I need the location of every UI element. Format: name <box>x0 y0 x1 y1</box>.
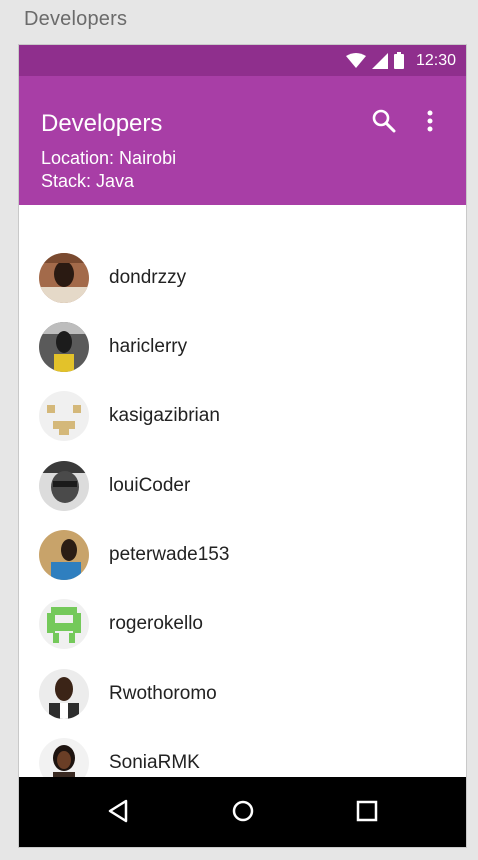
stack-label: Stack: Java <box>41 171 135 191</box>
back-icon[interactable] <box>107 799 129 828</box>
list-item[interactable]: rogerokello <box>19 594 466 654</box>
status-time: 12:30 <box>415 51 456 69</box>
list-item[interactable]: louiCoder <box>19 456 466 516</box>
username: hariclerry <box>109 336 188 357</box>
navigation-bar <box>19 777 466 847</box>
status-bar: 12:30 <box>19 45 466 76</box>
avatar <box>39 669 89 719</box>
wifi-icon <box>345 52 366 69</box>
avatar <box>39 530 89 580</box>
username: kasigazibrian <box>109 405 220 426</box>
list-item[interactable]: Rwothoromo <box>19 664 466 724</box>
username: peterwade153 <box>109 544 230 565</box>
username: louiCoder <box>109 475 191 496</box>
home-icon[interactable] <box>231 799 255 828</box>
location-label: Location: Nairobi <box>41 148 177 168</box>
username: SoniaRMK <box>109 752 200 773</box>
frame-title: Developers <box>24 8 128 30</box>
avatar <box>39 322 89 372</box>
list-item[interactable]: dondrzzy <box>19 248 466 308</box>
list-item[interactable]: kasigazibrian <box>19 386 466 446</box>
search-icon[interactable] <box>371 108 397 139</box>
avatar <box>39 461 89 511</box>
username: Rwothoromo <box>109 683 217 704</box>
battery-icon <box>393 52 404 69</box>
avatar <box>39 253 89 303</box>
list-item[interactable]: peterwade153 <box>19 525 466 585</box>
username: rogerokello <box>109 613 203 634</box>
app-bar: Developers Location: Nairobi Stack: Java <box>19 76 466 205</box>
username: dondrzzy <box>109 267 187 288</box>
list-item[interactable]: SoniaRMK <box>19 733 466 777</box>
phone-screen: 12:30 Developers Location: Nairobi Stack… <box>18 44 467 848</box>
more-vert-icon[interactable] <box>425 108 435 139</box>
recents-icon[interactable] <box>355 799 379 828</box>
app-title: Developers <box>41 110 163 137</box>
avatar <box>39 738 89 777</box>
developer-list: dondrzzy hariclerry kasigazibrian louiCo… <box>19 205 466 777</box>
list-item[interactable]: hariclerry <box>19 317 466 377</box>
avatar <box>39 599 89 649</box>
avatar <box>39 391 89 441</box>
signal-icon <box>371 52 388 69</box>
